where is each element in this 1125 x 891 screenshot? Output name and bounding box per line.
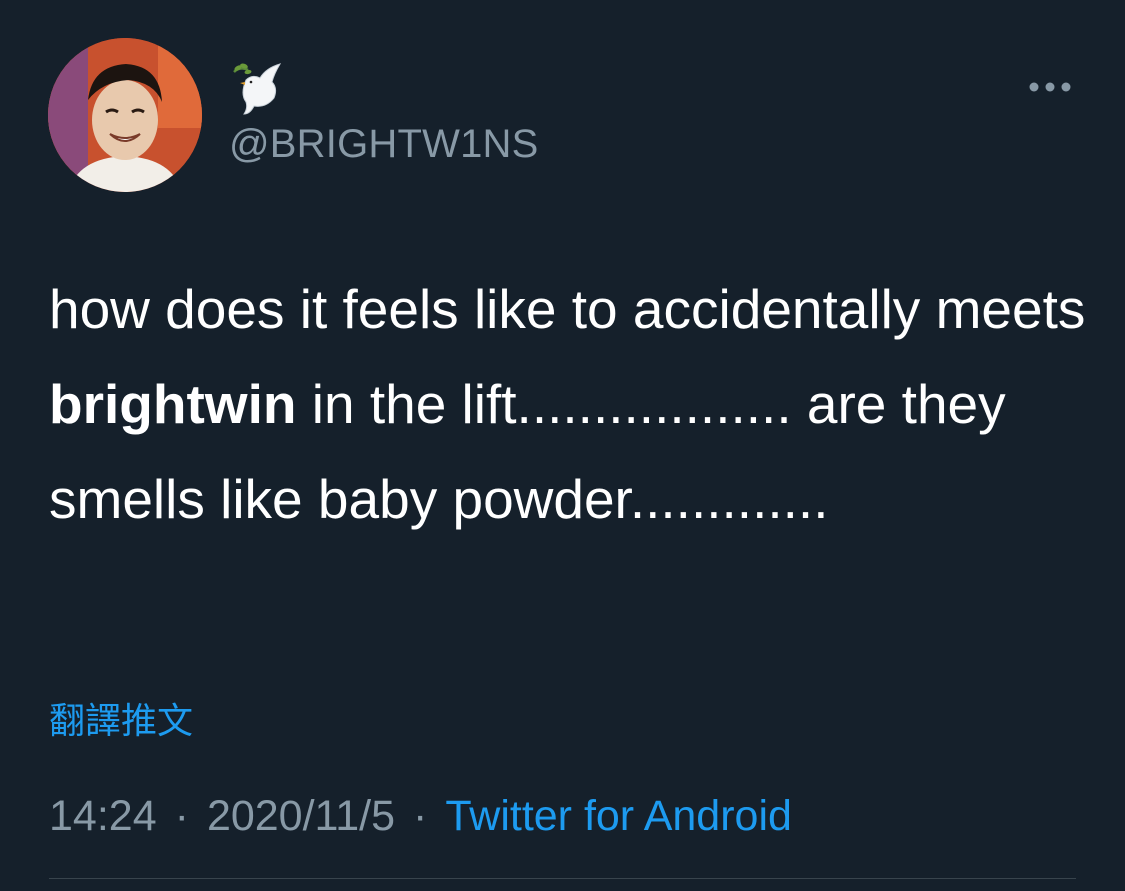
divider <box>49 878 1076 879</box>
avatar[interactable] <box>48 38 202 192</box>
avatar-photo <box>48 38 202 192</box>
translate-tweet-link[interactable]: 翻譯推文 <box>49 699 193 745</box>
tweet-source-link[interactable]: Twitter for Android <box>445 792 792 840</box>
separator-dot: · <box>174 792 189 840</box>
tweet-text: how does it feels like to accidentally m… <box>49 262 1089 547</box>
tweet-metadata: 14:24 · 2020/11/5 · Twitter for Android <box>49 790 792 842</box>
dove-with-olive-branch-icon <box>233 63 282 115</box>
tweet-text-bold-name: brightwin <box>49 373 297 435</box>
more-dots-icon <box>1029 82 1071 92</box>
tweet-text-part: how does it feels like to accidentally m… <box>49 278 1086 340</box>
tweet-time: 14:24 <box>49 792 157 840</box>
user-handle[interactable]: @BRIGHTW1NS <box>229 120 539 168</box>
tweet-date: 2020/11/5 <box>206 792 396 840</box>
more-options-button[interactable] <box>1024 70 1076 104</box>
display-name-dove-icon <box>226 58 286 118</box>
separator-dot: · <box>413 792 428 840</box>
